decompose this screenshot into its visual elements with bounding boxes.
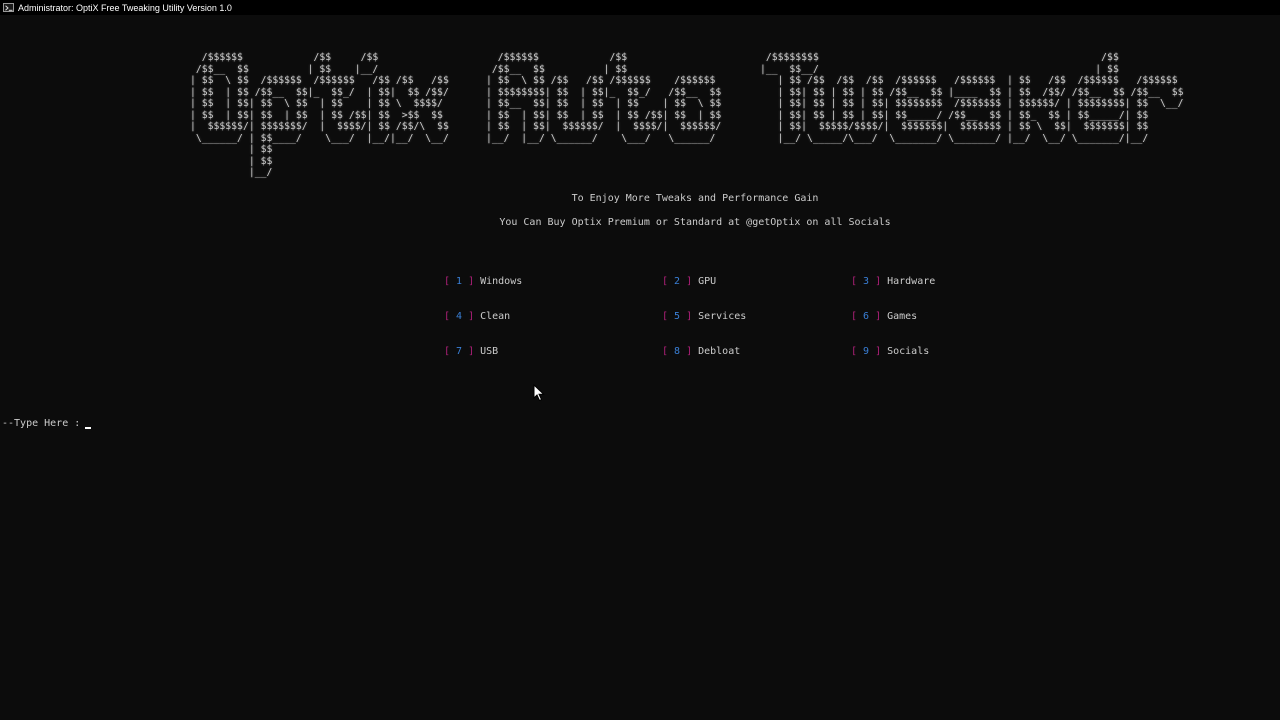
bracket-open: [: [444, 276, 451, 287]
window-title: Administrator: OptiX Free Tweaking Utili…: [18, 2, 232, 13]
bracket-close: ]: [686, 276, 693, 287]
option-number: 8: [674, 346, 681, 357]
bracket-open: [: [444, 311, 451, 322]
menu-option-windows[interactable]: [ 1 ] Windows: [444, 276, 522, 287]
bracket-open: [: [851, 311, 858, 322]
option-label: USB: [480, 346, 499, 357]
option-label: Debloat: [698, 346, 741, 357]
menu-option-debloat[interactable]: [ 8 ] Debloat: [662, 346, 740, 357]
option-label: Games: [887, 311, 918, 322]
mouse-pointer-icon: [533, 384, 545, 402]
option-label: Hardware: [887, 276, 936, 287]
console-window: Administrator: OptiX Free Tweaking Utili…: [0, 0, 1280, 720]
option-label: Socials: [887, 346, 930, 357]
option-number: 4: [456, 311, 463, 322]
menu-option-gpu[interactable]: [ 2 ] GPU: [662, 276, 716, 287]
option-number: 7: [456, 346, 463, 357]
bracket-open: [: [851, 346, 858, 357]
menu-option-clean[interactable]: [ 4 ] Clean: [444, 311, 510, 322]
banner-word-tweaker: /$$$$$$$$ /$$ |__ $$__/ | $$ | $$ /$$ /$…: [760, 52, 1184, 144]
option-number: 2: [674, 276, 681, 287]
bracket-close: ]: [686, 346, 693, 357]
option-number: 1: [456, 276, 463, 287]
bracket-close: ]: [875, 346, 882, 357]
command-prompt[interactable]: --Type Here :: [2, 418, 92, 429]
banner-word-auto: /$$$$$$ /$$ /$$__ $$ | $$ | $$ \ $$ /$$ …: [486, 52, 722, 144]
bracket-close: ]: [875, 276, 882, 287]
bracket-open: [: [662, 276, 669, 287]
cmd-icon: [3, 3, 14, 12]
title-bar[interactable]: Administrator: OptiX Free Tweaking Utili…: [0, 0, 1280, 15]
option-number: 5: [674, 311, 681, 322]
banner-word-optix: /$$$$$$ /$$ /$$ /$$__ $$ | $$ |__/ | $$ …: [190, 52, 449, 178]
option-number: 3: [863, 276, 870, 287]
bracket-open: [: [851, 276, 858, 287]
text-caret[interactable]: [85, 426, 92, 429]
bracket-open: [: [662, 311, 669, 322]
option-label: GPU: [698, 276, 717, 287]
bracket-close: ]: [468, 311, 475, 322]
bracket-close: ]: [875, 311, 882, 322]
bracket-close: ]: [468, 276, 475, 287]
option-number: 6: [863, 311, 870, 322]
prompt-label: --Type Here :: [2, 418, 81, 429]
menu-option-games[interactable]: [ 6 ] Games: [851, 311, 917, 322]
ascii-banner: /$$$$$$ /$$ /$$ /$$__ $$ | $$ |__/ | $$ …: [0, 50, 1280, 190]
menu-option-hardware[interactable]: [ 3 ] Hardware: [851, 276, 935, 287]
bracket-close: ]: [686, 311, 693, 322]
tagline-premium: You Can Buy Optix Premium or Standard at…: [499, 217, 891, 228]
tagline-performance: To Enjoy More Tweaks and Performance Gai…: [571, 193, 819, 204]
option-label: Windows: [480, 276, 523, 287]
bracket-open: [: [662, 346, 669, 357]
bracket-open: [: [444, 346, 451, 357]
bracket-close: ]: [468, 346, 475, 357]
option-label: Services: [698, 311, 747, 322]
option-label: Clean: [480, 311, 511, 322]
menu-option-services[interactable]: [ 5 ] Services: [662, 311, 746, 322]
menu-option-socials[interactable]: [ 9 ] Socials: [851, 346, 929, 357]
option-number: 9: [863, 346, 870, 357]
menu-option-usb[interactable]: [ 7 ] USB: [444, 346, 498, 357]
